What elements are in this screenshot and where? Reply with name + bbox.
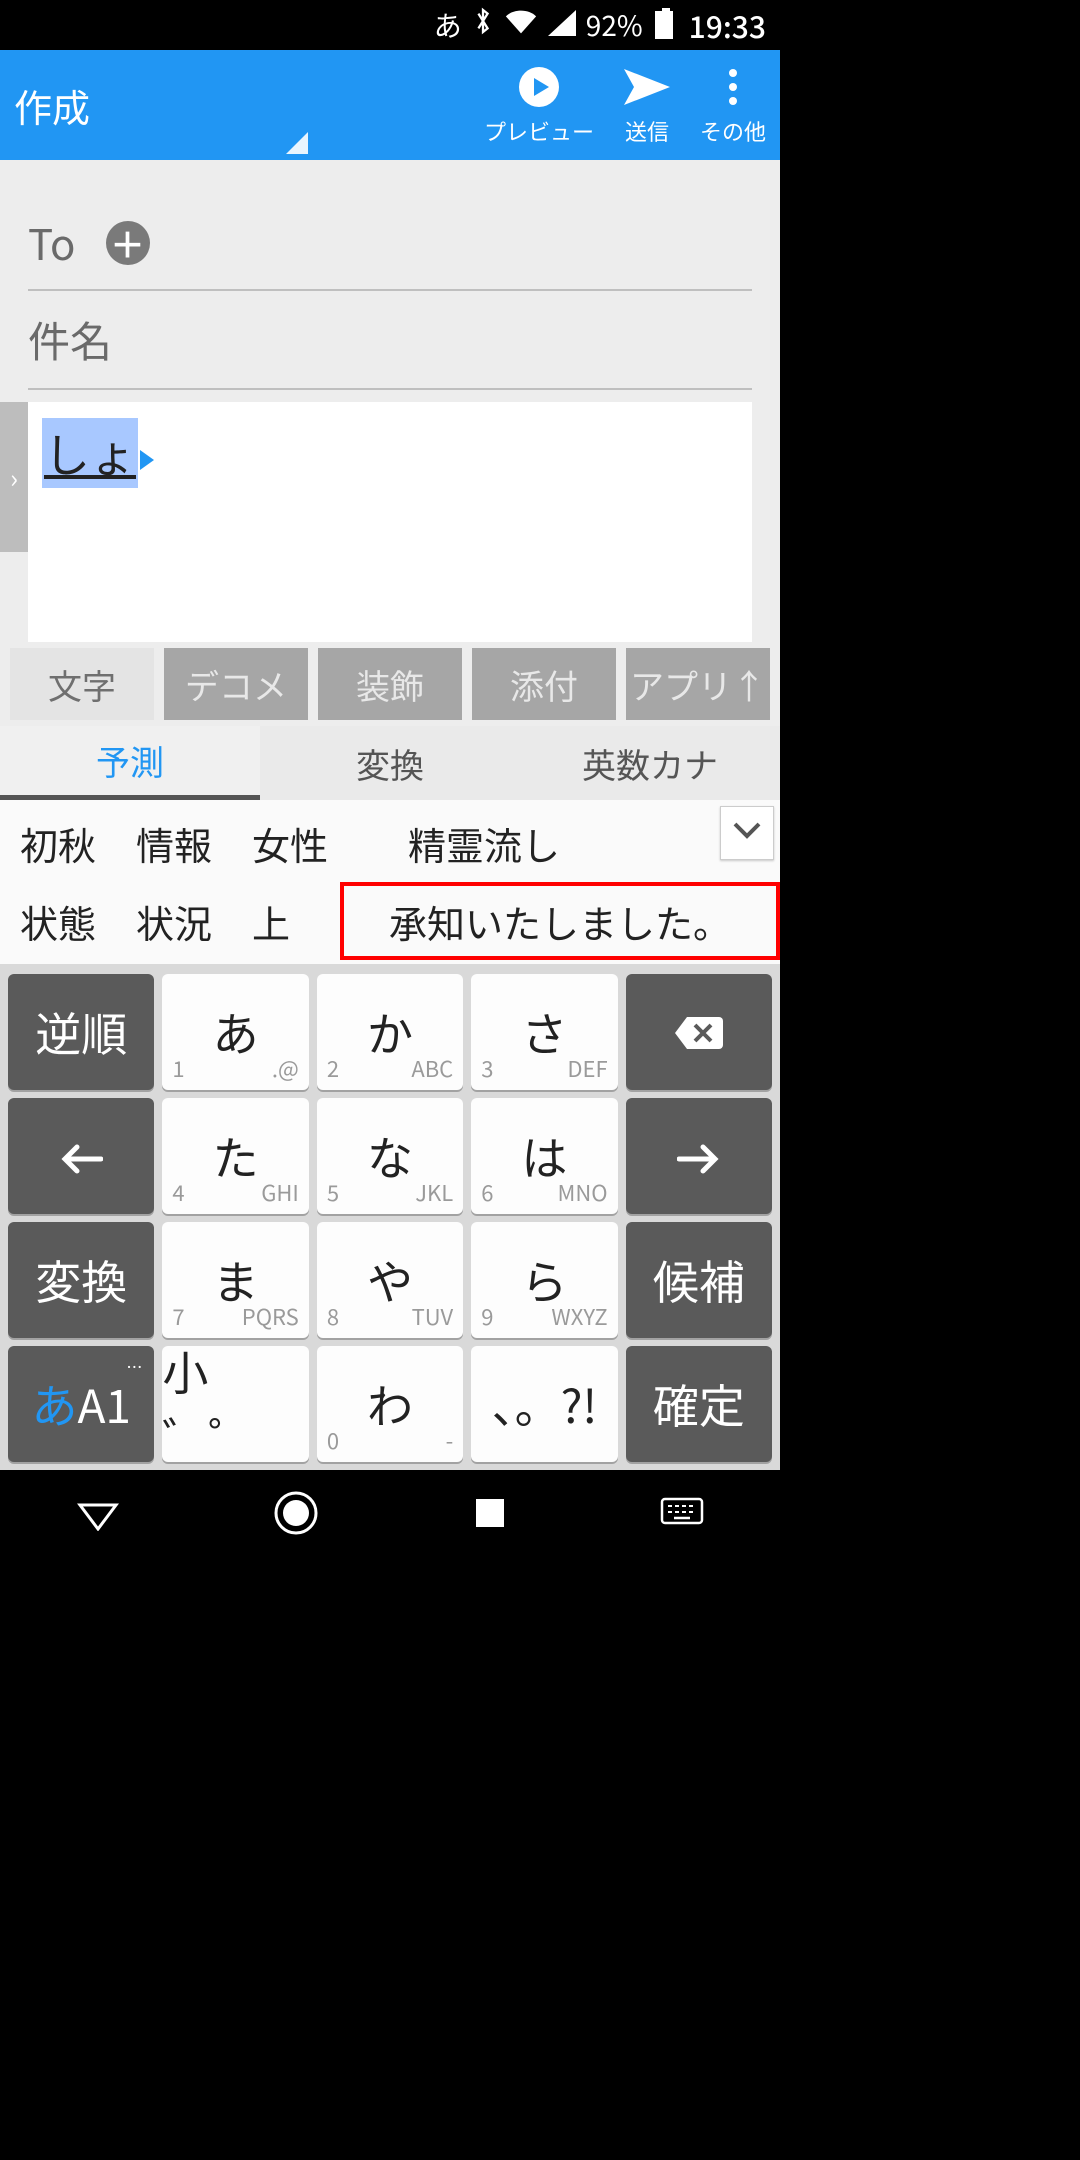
key-確定[interactable]: 確定 [626,1346,772,1462]
bluetooth-icon [472,5,494,45]
chevron-right-icon: › [10,459,18,496]
keyboard-row: 逆順あ1.@か2ABCさ3DEF [8,974,772,1090]
title-dropdown-indicator-icon[interactable] [286,132,308,154]
send-label: 送信 [625,115,669,147]
compose-toolbar: 文字 デコメ 装飾 添付 アプリ↑ [0,648,780,720]
preview-button[interactable]: プレビュー [484,63,594,147]
signal-icon [548,5,576,45]
keyboard-row: 変換ま7PQRSや8TUVら9WXYZ候補 [8,1222,772,1338]
key-ら[interactable]: ら9WXYZ [471,1222,617,1338]
candidate-area: 初秋 情報 女性 精霊流し 状態 状況 上 承知いたしました。 [0,800,780,964]
compose-form: To ＋ 件名 › しょ [0,160,780,642]
toolbar-tab-text[interactable]: 文字 [10,648,154,720]
keyboard-row: た4GHIな5JKLは6MNO [8,1098,772,1214]
more-label: その他 [700,115,766,147]
subject-placeholder: 件名 [28,309,112,370]
key-わ[interactable]: わ0- [317,1346,463,1462]
key-変換[interactable]: 変換 [8,1222,154,1338]
key-や[interactable]: や8TUV [317,1222,463,1338]
expand-candidates-button[interactable] [720,806,774,860]
nav-home-button[interactable] [272,1489,320,1542]
to-label: To [28,212,76,273]
arrow-left-icon [59,1124,103,1188]
key-小゛゜[interactable]: 小 ゛゜ [162,1346,308,1462]
toolbar-tab-app[interactable]: アプリ↑ [626,648,770,720]
candidate-item[interactable]: 精霊流し [388,804,580,882]
status-ime-indicator: あ [434,5,462,45]
key-は[interactable]: は6MNO [471,1098,617,1214]
side-expand-tab[interactable]: › [0,402,28,552]
key-た[interactable]: た4GHI [162,1098,308,1214]
chevron-down-icon [733,821,761,845]
nav-ime-switch-button[interactable] [660,1497,704,1534]
key-input-mode[interactable]: ⋯あA1 [8,1346,154,1462]
preview-label: プレビュー [484,115,594,147]
candidate-row-1: 初秋 情報 女性 精霊流し [0,804,780,882]
text-caret-icon [140,450,154,470]
nav-recent-button[interactable] [472,1495,508,1536]
toolbar-tab-attach[interactable]: 添付 [472,648,616,720]
wifi-icon [504,5,538,45]
send-button[interactable]: 送信 [622,63,672,147]
battery-icon [655,11,673,39]
ime-mode-tabs: 予測 変換 英数カナ [0,726,780,800]
more-vert-icon [726,63,740,111]
ime-tab-convert[interactable]: 変換 [260,726,520,800]
app-bar: 作成 プレビュー 送信 その他 [0,50,780,160]
more-dots-icon: ⋯ [126,1354,144,1378]
key-な[interactable]: な5JKL [317,1098,463,1214]
arrow-right-icon [677,1124,721,1188]
toolbar-tab-decoration[interactable]: 装飾 [318,648,462,720]
nav-back-button[interactable] [76,1495,120,1536]
key-か[interactable]: か2ABC [317,974,463,1090]
ime-panel: 予測 変換 英数カナ 初秋 情報 女性 精霊流し 状態 状況 上 承知いたしまし… [0,726,780,1470]
battery-percent: 92% [586,5,643,45]
key-さ[interactable]: さ3DEF [471,974,617,1090]
soft-keyboard: 逆順あ1.@か2ABCさ3DEFた4GHIな5JKLは6MNO変換ま7PQRSや… [0,964,780,1470]
candidate-item[interactable]: 状況 [116,882,232,960]
key-backspace[interactable] [626,974,772,1090]
add-recipient-button[interactable]: ＋ [106,221,150,265]
backspace-icon [673,1000,725,1064]
page-title[interactable]: 作成 [14,78,90,133]
ime-tab-alnum[interactable]: 英数カナ [520,726,780,800]
key-cursor-right[interactable] [626,1098,772,1214]
plus-icon: ＋ [110,217,146,269]
body-textarea[interactable]: しょ [28,402,752,642]
key-候補[interactable]: 候補 [626,1222,772,1338]
play-circle-icon [517,63,561,111]
candidate-item[interactable]: 初秋 [0,804,116,882]
subject-field[interactable]: 件名 [28,291,752,390]
candidate-item[interactable]: 上 [232,882,310,960]
more-button[interactable]: その他 [700,63,766,147]
candidate-item[interactable]: 情報 [116,804,232,882]
ime-tab-predict[interactable]: 予測 [0,726,260,800]
ime-composing-text: しょ [42,418,138,488]
status-bar: あ 92% 19:33 [0,0,780,50]
key-cursor-left[interactable] [8,1098,154,1214]
candidate-item-highlighted[interactable]: 承知いたしました。 [340,882,780,960]
keyboard-row: ⋯あA1小 ゛゜わ0-、。?!確定 [8,1346,772,1462]
status-clock: 19:33 [689,3,766,47]
candidate-item[interactable]: 状態 [0,882,116,960]
key-逆順[interactable]: 逆順 [8,974,154,1090]
candidate-item[interactable]: 女性 [232,804,348,882]
to-field-row[interactable]: To ＋ [28,196,752,291]
key-ま[interactable]: ま7PQRS [162,1222,308,1338]
key-あ[interactable]: あ1.@ [162,974,308,1090]
system-nav-bar [0,1470,780,1560]
candidate-row-2: 状態 状況 上 承知いたしました。 [0,882,780,960]
toolbar-tab-decome[interactable]: デコメ [164,648,308,720]
key-、。?![interactable]: 、。?! [471,1346,617,1462]
send-icon [622,63,672,111]
